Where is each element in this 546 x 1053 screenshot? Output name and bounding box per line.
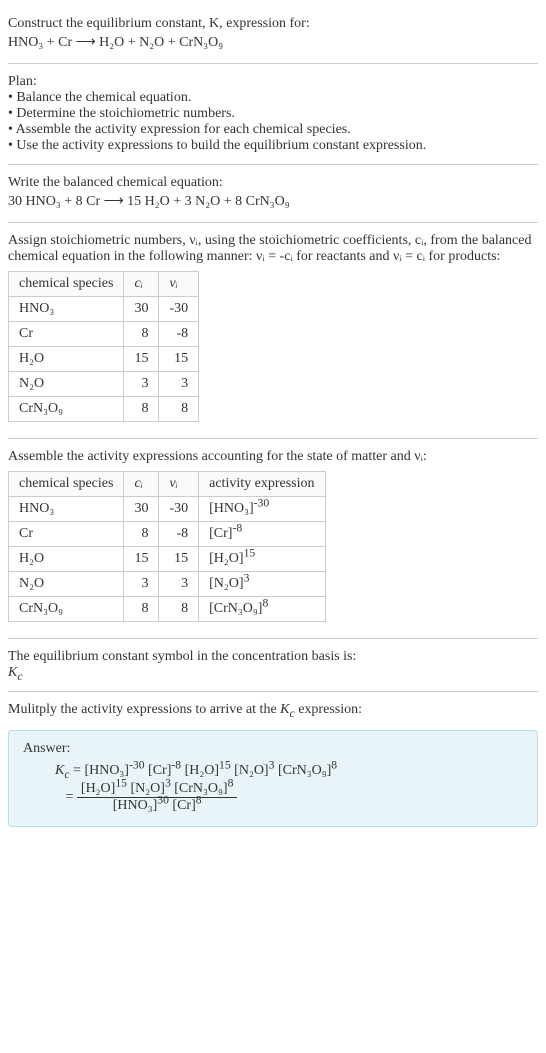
table-row: HNO₃ 30 -30	[9, 297, 199, 322]
cell-species: HNO₃	[9, 297, 124, 322]
divider	[8, 164, 538, 165]
intro-text: Construct the equilibrium constant, K, e…	[8, 16, 538, 32]
cell-species: N₂O	[9, 572, 124, 597]
multiply-section: Mulitply the activity expressions to arr…	[8, 696, 538, 724]
cell-vi: -8	[159, 322, 199, 347]
col-vi: νᵢ	[159, 472, 199, 497]
cell-species: N₂O	[9, 372, 124, 397]
divider	[8, 438, 538, 439]
table-header-row: chemical species cᵢ νᵢ	[9, 272, 199, 297]
table-row: CrN₃O₉ 8 8	[9, 397, 199, 422]
cell-activity-expr: [N₂O]3	[199, 572, 325, 597]
cell-vi: 15	[159, 547, 199, 572]
cell-ci: 8	[124, 397, 159, 422]
fraction: [H₂O]15 [N₂O]3 [CrN₃O₉]8 [HNO₃]30 [Cr]8	[77, 781, 238, 814]
col-vi: νᵢ	[159, 272, 199, 297]
plan-bullet-4: • Use the activity expressions to build …	[8, 138, 538, 154]
multiply-text: Mulitply the activity expressions to arr…	[8, 702, 538, 718]
plan-bullet-2: • Determine the stoichiometric numbers.	[8, 106, 538, 122]
kc-frac-line: = [H₂O]15 [N₂O]3 [CrN₃O₉]8 [HNO₃]30 [Cr]…	[55, 781, 523, 814]
table-row: CrN₃O₉ 8 8 [CrN₃O₉]8	[9, 597, 326, 622]
activity-section: Assemble the activity expressions accoun…	[8, 443, 538, 634]
cell-ci: 30	[124, 497, 159, 522]
intro-equation: HNO₃ + Cr ⟶ H₂O + N₂O + CrN₃O₉	[8, 34, 538, 51]
symbol-text: The equilibrium constant symbol in the c…	[8, 649, 538, 665]
answer-expression: Kc = [HNO₃]-30 [Cr]-8 [H₂O]15 [N₂O]3 [Cr…	[55, 763, 523, 814]
divider	[8, 691, 538, 692]
plan-section: Plan: • Balance the chemical equation. •…	[8, 68, 538, 160]
plan-bullet-3: • Assemble the activity expression for e…	[8, 122, 538, 138]
cell-vi: 3	[159, 572, 199, 597]
cell-vi: -30	[159, 297, 199, 322]
cell-ci: 3	[124, 572, 159, 597]
col-ci: cᵢ	[124, 272, 159, 297]
plan-heading: Plan:	[8, 74, 538, 90]
symbol-section: The equilibrium constant symbol in the c…	[8, 643, 538, 687]
cell-ci: 8	[124, 322, 159, 347]
cell-species: CrN₃O₉	[9, 597, 124, 622]
answer-label: Answer:	[23, 741, 523, 757]
symbol-kc: Kc	[8, 665, 538, 681]
cell-species: H₂O	[9, 347, 124, 372]
table-row: N₂O 3 3 [N₂O]3	[9, 572, 326, 597]
cell-ci: 8	[124, 522, 159, 547]
divider	[8, 222, 538, 223]
col-ci: cᵢ	[124, 472, 159, 497]
cell-vi: -8	[159, 522, 199, 547]
cell-ci: 15	[124, 347, 159, 372]
cell-vi: -30	[159, 497, 199, 522]
divider	[8, 63, 538, 64]
cell-vi: 15	[159, 347, 199, 372]
balanced-equation: 30 HNO₃ + 8 Cr ⟶ 15 H₂O + 3 N₂O + 8 CrN₃…	[8, 193, 538, 210]
col-species: chemical species	[9, 472, 124, 497]
cell-ci: 30	[124, 297, 159, 322]
cell-ci: 8	[124, 597, 159, 622]
col-activity-expression: activity expression	[199, 472, 325, 497]
cell-species: H₂O	[9, 547, 124, 572]
table-row: HNO₃ 30 -30 [HNO₃]-30	[9, 497, 326, 522]
table-row: H₂O 15 15 [H₂O]15	[9, 547, 326, 572]
cell-species: HNO₃	[9, 497, 124, 522]
activity-table: chemical species cᵢ νᵢ activity expressi…	[8, 471, 326, 622]
table-row: H₂O 15 15	[9, 347, 199, 372]
cell-vi: 3	[159, 372, 199, 397]
cell-ci: 15	[124, 547, 159, 572]
answer-box: Answer: Kc = [HNO₃]-30 [Cr]-8 [H₂O]15 [N…	[8, 730, 538, 827]
cell-species: Cr	[9, 522, 124, 547]
table-row: Cr 8 -8 [Cr]-8	[9, 522, 326, 547]
cell-activity-expr: [CrN₃O₉]8	[199, 597, 325, 622]
divider	[8, 638, 538, 639]
assign-text: Assign stoichiometric numbers, νᵢ, using…	[8, 233, 538, 265]
plan-bullet-1: • Balance the chemical equation.	[8, 90, 538, 106]
cell-vi: 8	[159, 597, 199, 622]
balanced-heading: Write the balanced chemical equation:	[8, 175, 538, 191]
table-row: N₂O 3 3	[9, 372, 199, 397]
cell-activity-expr: [Cr]-8	[199, 522, 325, 547]
cell-activity-expr: [HNO₃]-30	[199, 497, 325, 522]
activity-text: Assemble the activity expressions accoun…	[8, 449, 538, 465]
table-row: Cr 8 -8	[9, 322, 199, 347]
intro-section: Construct the equilibrium constant, K, e…	[8, 8, 538, 59]
cell-ci: 3	[124, 372, 159, 397]
col-species: chemical species	[9, 272, 124, 297]
stoich-table: chemical species cᵢ νᵢ HNO₃ 30 -30 Cr 8 …	[8, 271, 199, 422]
cell-species: Cr	[9, 322, 124, 347]
assign-section: Assign stoichiometric numbers, νᵢ, using…	[8, 227, 538, 434]
cell-vi: 8	[159, 397, 199, 422]
cell-activity-expr: [H₂O]15	[199, 547, 325, 572]
fraction-denominator: [HNO₃]30 [Cr]8	[77, 798, 238, 814]
table-header-row: chemical species cᵢ νᵢ activity expressi…	[9, 472, 326, 497]
cell-species: CrN₃O₉	[9, 397, 124, 422]
balanced-section: Write the balanced chemical equation: 30…	[8, 169, 538, 218]
